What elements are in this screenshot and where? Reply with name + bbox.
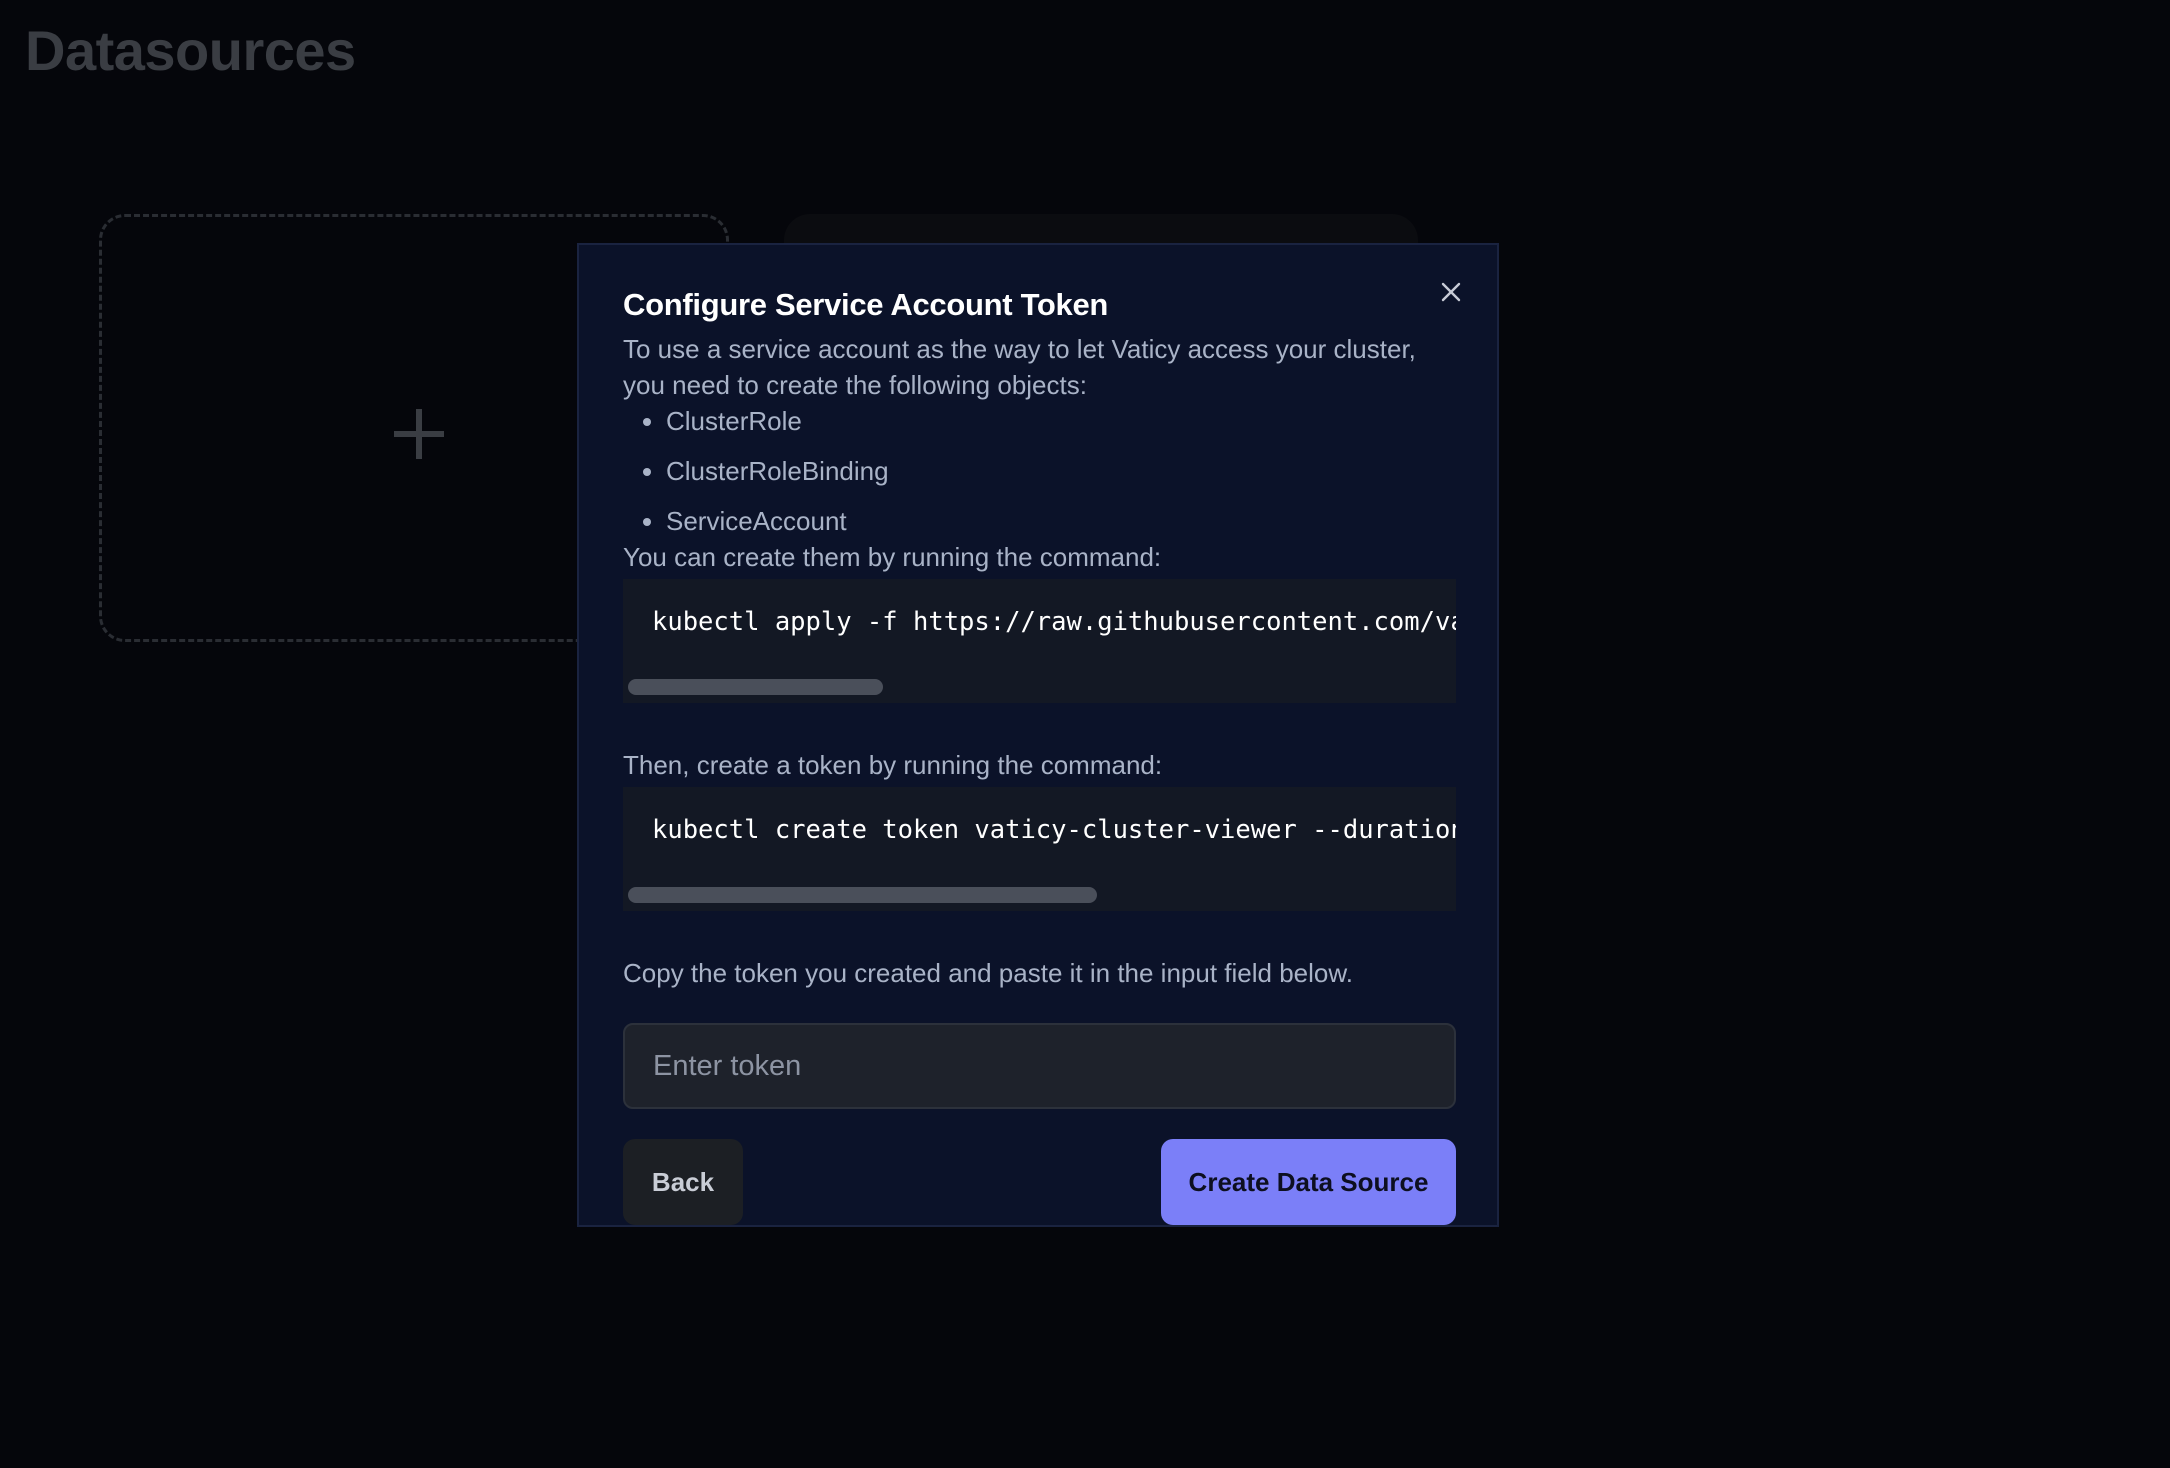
command1-scrollbar[interactable] — [628, 679, 1451, 695]
token-input[interactable] — [623, 1023, 1456, 1109]
list-item: ClusterRole — [666, 403, 1456, 439]
command1-code-block[interactable]: kubectl apply -f https://raw.githubuserc… — [623, 579, 1456, 703]
command1-code[interactable]: kubectl apply -f https://raw.githubuserc… — [652, 604, 1456, 640]
datasources-page: Datasources Configure Service Account To… — [0, 0, 2170, 1468]
command2-scrollbar[interactable] — [628, 887, 1451, 903]
list-item: ServiceAccount — [666, 503, 1456, 539]
modal-body: Configure Service Account Token To use a… — [623, 285, 1456, 1225]
command2-label: Then, create a token by running the comm… — [623, 750, 1163, 780]
command2-code[interactable]: kubectl create token vaticy-cluster-view… — [652, 812, 1456, 848]
command2-scrollbar-thumb[interactable] — [628, 887, 1098, 903]
create-data-source-button[interactable]: Create Data Source — [1161, 1139, 1456, 1225]
back-button[interactable]: Back — [623, 1139, 743, 1225]
configure-token-modal: Configure Service Account Token To use a… — [577, 243, 1499, 1227]
list-item: ClusterRoleBinding — [666, 453, 1456, 489]
command1-scrollbar-thumb[interactable] — [628, 679, 884, 695]
command1-label: You can create them by running the comma… — [623, 542, 1162, 572]
copy-instruction: Copy the token you created and paste it … — [623, 958, 1353, 988]
objects-list: ClusterRole ClusterRoleBinding ServiceAc… — [623, 403, 1456, 539]
command2-code-block[interactable]: kubectl create token vaticy-cluster-view… — [623, 787, 1456, 911]
intro-text: To use a service account as the way to l… — [623, 334, 1416, 400]
modal-actions: Back Create Data Source — [623, 1139, 1456, 1225]
modal-title: Configure Service Account Token — [623, 287, 1109, 322]
